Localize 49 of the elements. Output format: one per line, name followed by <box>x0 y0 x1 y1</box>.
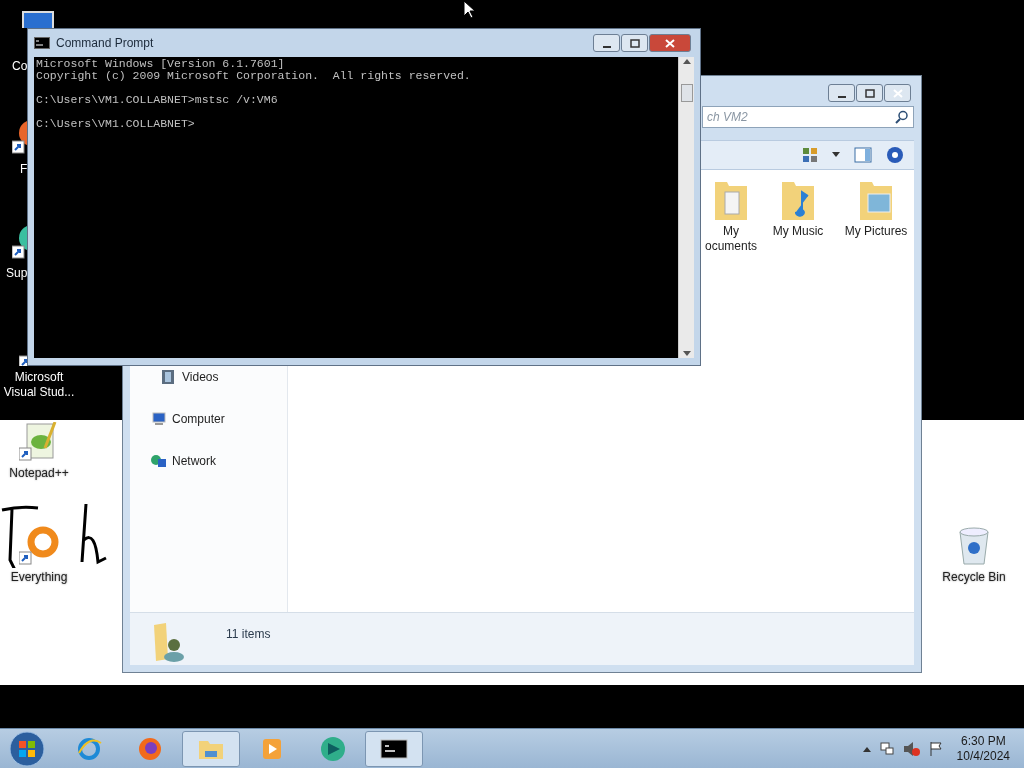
network-icon[interactable] <box>878 740 895 757</box>
taskbar-button[interactable] <box>365 730 423 767</box>
scroll-thumb[interactable] <box>680 83 693 102</box>
window-title: Command Prompt <box>56 35 155 52</box>
console-line: C:\Users\VM1.COLLABNET>mstsc /v:VM6 <box>36 94 278 106</box>
desktop-icon-label[interactable]: Recycle Bin <box>935 570 1013 585</box>
flag-icon[interactable] <box>928 740 943 757</box>
scroll-up-icon[interactable] <box>682 59 691 64</box>
search-icon <box>895 110 909 124</box>
folder-label[interactable]: My Pictures <box>844 224 908 239</box>
app-icon <box>319 734 347 763</box>
nav-item[interactable]: Network <box>172 452 216 470</box>
desktop-icon-label[interactable]: F <box>20 162 28 177</box>
desktop-icon-label[interactable]: Notepad++ <box>0 466 78 481</box>
console-line: Microsoft Windows [Version 6.1.7601] <box>36 58 285 70</box>
computer-icon <box>150 411 166 427</box>
close-button[interactable] <box>884 84 911 102</box>
folder-label[interactable]: My <box>723 224 739 239</box>
desktop-icon-label[interactable]: Co <box>12 59 28 74</box>
nav-item[interactable]: Videos <box>182 368 219 386</box>
help-icon[interactable] <box>886 146 904 164</box>
console-line: Copyright (c) 2009 Microsoft Corporation. All rights reserved. <box>36 70 471 82</box>
console-icon <box>34 37 50 49</box>
desktop-icon-label[interactable]: Microsoft Visual Stud... <box>0 370 78 400</box>
desktop-icon-label[interactable]: Everything <box>0 570 78 585</box>
scroll-down-icon[interactable] <box>682 351 691 356</box>
maximize-button[interactable] <box>856 84 883 102</box>
film-icon <box>160 369 176 385</box>
minimize-icon <box>601 45 612 49</box>
console-line: C:\Users\VM1.COLLABNET> <box>36 118 195 130</box>
maximize-button[interactable] <box>621 34 648 52</box>
desktop-icon-label[interactable]: Sup <box>6 266 28 281</box>
show-hidden-icons-icon[interactable] <box>862 745 871 752</box>
view-options-icon[interactable] <box>802 147 818 163</box>
start-button[interactable] <box>8 729 46 768</box>
scrollbar[interactable] <box>678 57 694 358</box>
network-icon <box>150 453 166 469</box>
volume-muted-icon[interactable] <box>902 740 921 757</box>
clock[interactable]: 6:30 PM 10/4/2024 <box>956 733 1010 764</box>
minimize-button[interactable] <box>593 34 620 52</box>
notepad-icon[interactable] <box>19 422 59 462</box>
minimize-icon <box>836 95 847 99</box>
folder-label[interactable]: ocuments <box>705 239 757 254</box>
caret-icon[interactable] <box>832 152 840 158</box>
close-button[interactable] <box>649 34 691 52</box>
folder-label[interactable]: My Music <box>772 224 824 239</box>
minimize-button[interactable] <box>828 84 855 102</box>
item-count: 11 items <box>226 626 271 643</box>
nav-item[interactable]: Computer <box>172 410 225 428</box>
